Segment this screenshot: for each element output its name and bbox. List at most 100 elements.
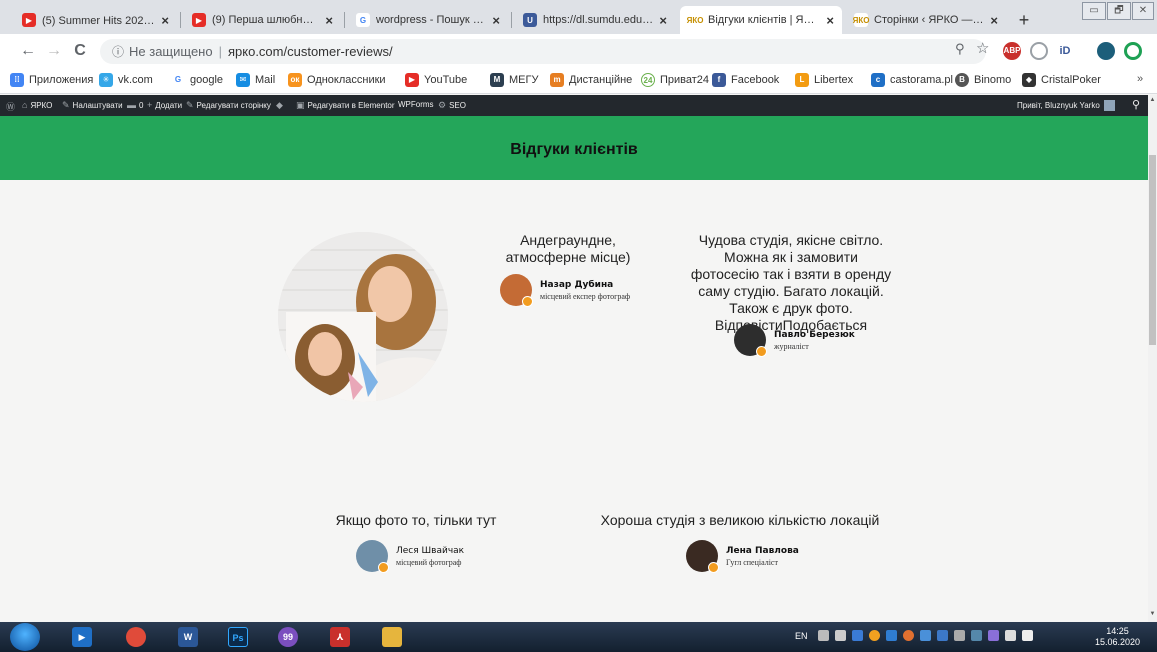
close-icon[interactable]: × — [826, 13, 834, 28]
bookmark-vk[interactable]: ✳ vk.com — [99, 73, 153, 87]
forward-button[interactable]: → — [44, 42, 64, 60]
admin-wpforms[interactable]: WPForms — [398, 100, 434, 109]
taskbar-media-player[interactable]: ▶ — [62, 625, 102, 649]
page-title: Відгуки клієнтів — [510, 141, 638, 158]
close-icon[interactable]: × — [659, 13, 667, 28]
taskbar-explorer[interactable] — [372, 625, 412, 649]
tab-customer-reviews[interactable]: ЯКО Відгуки клієнтів | ЯРКО × — [680, 6, 842, 34]
system-clock[interactable]: 14:25 15.06.2020 — [1095, 626, 1140, 648]
review-text: Якщо фото то, тільки тут — [335, 512, 497, 528]
tray-icon[interactable] — [937, 630, 948, 641]
bookmark-libertex[interactable]: L Libertex — [795, 73, 853, 87]
tray-icon[interactable] — [954, 630, 965, 641]
scroll-up-arrow-icon[interactable]: ▲ — [1148, 97, 1157, 107]
tab-sumdu[interactable]: U https://dl.sumdu.edu.ua/ × — [515, 6, 675, 34]
tray-icon[interactable] — [903, 630, 914, 641]
taskbar-photoshop[interactable]: Ps — [218, 625, 258, 649]
address-bar[interactable]: ⓘ Не защищено | ярко.com/customer-review… — [100, 39, 986, 64]
scrollbar-thumb[interactable] — [1149, 155, 1156, 345]
admin-edit-elementor[interactable]: ▣ Редагувати в Elementor — [296, 100, 395, 111]
review-text: Хороша студія з великою кількістю локаці… — [600, 512, 880, 528]
id-extension-icon[interactable]: iD — [1056, 42, 1074, 60]
reload-button[interactable]: C — [70, 42, 90, 60]
close-icon[interactable]: × — [990, 13, 998, 28]
admin-customize[interactable]: ✎ Налаштувати — [62, 100, 123, 111]
zoom-icon[interactable]: ⚲ — [955, 41, 965, 57]
close-icon[interactable]: × — [325, 13, 333, 28]
taskbar-word[interactable]: W — [168, 625, 208, 649]
scroll-down-arrow-icon[interactable]: ▼ — [1148, 611, 1157, 621]
profile-avatar[interactable] — [1097, 42, 1115, 60]
address-separator: | — [218, 44, 222, 59]
back-button[interactable]: ← — [18, 42, 38, 60]
bookmark-facebook[interactable]: f Facebook — [712, 73, 779, 87]
bookmark-distance[interactable]: m Дистанційне — [550, 73, 632, 87]
bookmark-odnoklassniki[interactable]: ок Одноклассники — [288, 73, 386, 87]
close-window-button[interactable]: ✕ — [1132, 2, 1154, 20]
language-indicator[interactable]: EN — [795, 631, 808, 641]
bookmark-privat24[interactable]: 24 Приват24 — [641, 73, 709, 87]
tray-icon[interactable] — [920, 630, 931, 641]
bluetooth-icon[interactable] — [852, 630, 863, 641]
badge-icon — [708, 562, 719, 573]
review-text: Чудова студія, якісне світло. Можна як і… — [690, 232, 892, 333]
new-tab-button[interactable]: + — [1013, 9, 1035, 31]
page-scrollbar[interactable]: ▲ ▼ — [1148, 95, 1157, 622]
url-text[interactable]: ярко.com/customer-reviews/ — [228, 44, 393, 59]
admin-search-icon[interactable]: ⚲ — [1132, 98, 1140, 111]
tray-icon[interactable] — [886, 630, 897, 641]
admin-account[interactable]: Привіт, Bluznyuk Yarko — [1017, 100, 1115, 111]
bookmark-castorama[interactable]: c castorama.pl — [871, 73, 953, 87]
bookmark-apps[interactable]: ⁞⁞ Приложения — [10, 73, 93, 87]
bookmark-google[interactable]: Ggoogle — [171, 73, 223, 87]
bookmark-binomo[interactable]: B Binomo — [955, 73, 1011, 87]
adblock-icon[interactable]: ABP — [1003, 42, 1021, 60]
wordpress-logo-icon[interactable]: Ⓦ — [6, 100, 18, 113]
bookmark-cristalpoker[interactable]: ◆ CristalPoker — [1022, 73, 1101, 87]
close-icon[interactable]: × — [161, 13, 169, 28]
tab-google-search[interactable]: G wordpress - Пошук Goo × — [348, 6, 508, 34]
admin-add-new[interactable]: + Додати — [147, 100, 182, 110]
start-button[interactable] — [10, 623, 40, 651]
admin-edit-page[interactable]: ✎ Редагувати сторінку — [186, 100, 271, 111]
tray-icon[interactable] — [971, 630, 982, 641]
avatar — [500, 274, 533, 307]
taskbar-chrome[interactable] — [116, 625, 156, 649]
network-signal-icon[interactable] — [1005, 630, 1016, 641]
admin-site-name[interactable]: ⌂ ЯРКО — [22, 100, 52, 110]
minimize-button[interactable]: ▭ — [1082, 2, 1106, 20]
extension-icon[interactable] — [1030, 42, 1048, 60]
bookmark-label: Приложения — [29, 74, 94, 86]
taskbar-acrobat[interactable]: ⅄ — [320, 625, 360, 649]
tray-icon[interactable] — [988, 630, 999, 641]
admin-comments[interactable]: ▬ 0 — [127, 100, 143, 110]
photoshop-icon: Ps — [228, 627, 248, 647]
admin-diamond-icon[interactable]: ◆ — [276, 100, 286, 111]
bookmark-megu[interactable]: М МЕГУ — [490, 73, 538, 87]
bookmarks-bar: ⁞⁞ Приложения ✳ vk.com Ggoogle ✉ Mail ок Одн… — [0, 68, 1157, 94]
taskbar-viber[interactable]: 99 — [268, 625, 308, 649]
tab-summer-hits[interactable]: ▶ (5) Summer Hits 2020 ☝ × — [14, 6, 177, 34]
cristalpoker-icon: ◆ — [1022, 73, 1036, 87]
info-icon[interactable]: ⓘ — [112, 43, 124, 60]
admin-seo[interactable]: ⚙ SEO — [438, 100, 466, 111]
bookmark-star-icon[interactable]: ☆ — [976, 39, 989, 57]
tray-icon[interactable] — [835, 630, 846, 641]
maximize-button[interactable]: 🗗 — [1107, 2, 1131, 20]
bookmarks-more-button[interactable]: » — [1137, 73, 1143, 85]
tab-pages-admin[interactable]: ЯКО Сторінки ‹ ЯРКО — Wor × — [846, 6, 1006, 34]
bookmark-youtube[interactable]: ▶ YouTube — [405, 73, 467, 87]
windows-taskbar: ▶ W Ps 99 ⅄ EN 14:25 15.06.2020 — [0, 622, 1157, 652]
admin-item-label: Налаштувати — [72, 101, 123, 110]
volume-icon[interactable] — [1022, 630, 1033, 641]
browser-toolbar: ← → C ⓘ Не защищено | ярко.com/customer-… — [0, 34, 1157, 68]
bookmark-label: vk.com — [118, 74, 153, 86]
bookmark-mail[interactable]: ✉ Mail — [236, 73, 275, 87]
clock-time: 14:25 — [1106, 626, 1129, 636]
tab-wedding[interactable]: ▶ (9) Перша шлюбна ніч п × — [184, 6, 341, 34]
close-icon[interactable]: × — [492, 13, 500, 28]
tray-icon[interactable] — [869, 630, 880, 641]
vpn-extension-icon[interactable] — [1124, 42, 1142, 60]
tab-title: Відгуки клієнтів | ЯРКО — [708, 14, 821, 26]
tray-icon[interactable] — [818, 630, 829, 641]
